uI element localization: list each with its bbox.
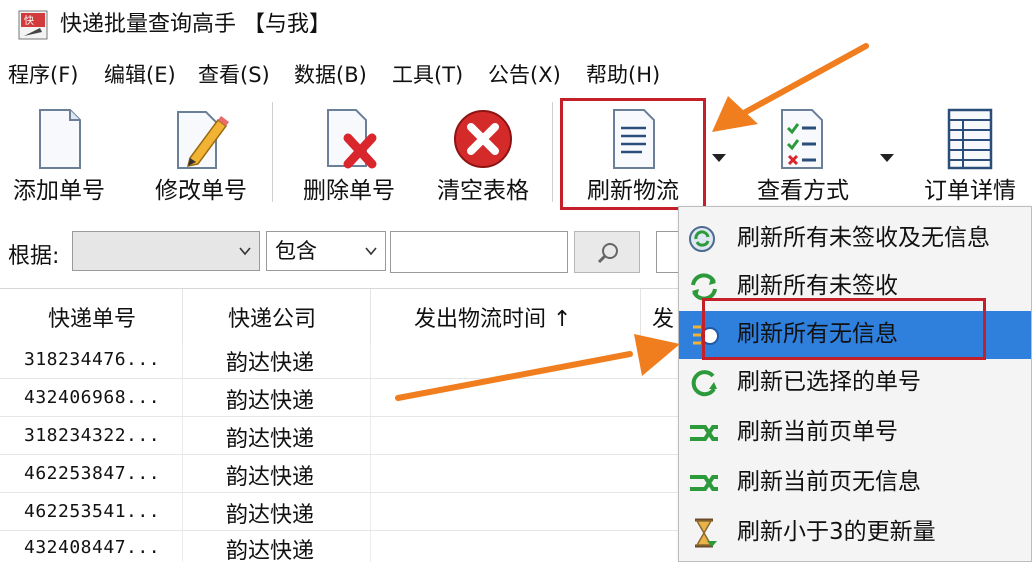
clear-table-button[interactable]: 清空表格 (428, 96, 538, 210)
tracking-number-cell: 318234322... (24, 425, 161, 446)
courier-cell: 韵达快递 (226, 351, 315, 376)
tracking-number-cell: 318234476... (24, 349, 161, 370)
order-detail-label: 订单详情 (924, 178, 1016, 204)
add-number-label: 添加单号 (13, 178, 105, 204)
refresh-page-icon (690, 425, 718, 441)
search-icon (597, 243, 618, 264)
menu-program[interactable]: 程序(F) (8, 60, 78, 90)
menu-item-refresh-current-page[interactable]: 刷新当前页单号 (679, 409, 1031, 457)
blank-document-icon (39, 109, 81, 169)
svg-text:快: 快 (24, 15, 34, 27)
menu-item-label: 刷新已选择的单号 (737, 369, 921, 395)
clear-x-circle-icon (454, 110, 512, 168)
toolbar-separator (272, 102, 273, 202)
tracking-number-cell: 462253847... (24, 463, 161, 484)
clear-table-label: 清空表格 (437, 178, 529, 204)
hourglass-icon (695, 518, 717, 548)
search-button[interactable] (574, 231, 640, 273)
menu-view[interactable]: 查看(S) (198, 60, 270, 90)
refresh-page-info-icon (690, 475, 718, 491)
courier-cell: 韵达快递 (226, 389, 315, 414)
filter-label: 根据: (8, 244, 60, 269)
menu-edit[interactable]: 编辑(E) (104, 60, 176, 90)
menu-item-label: 刷新小于3的更新量 (737, 519, 936, 545)
column-header-ship-time[interactable]: 发出物流时间 ↑ (414, 301, 571, 333)
menu-tools[interactable]: 工具(T) (392, 60, 463, 90)
chevron-down-icon (365, 247, 377, 256)
menu-help[interactable]: 帮助(H) (586, 60, 660, 90)
selected-item-highlight-box (702, 298, 986, 360)
courier-cell: 韵达快递 (226, 503, 315, 528)
menu-item-refresh-less-than-3[interactable]: 刷新小于3的更新量 (679, 509, 1031, 557)
tracking-number-cell: 432408447... (24, 537, 161, 558)
menu-item-label: 刷新当前页无信息 (737, 469, 921, 495)
column-divider (182, 289, 183, 345)
column-header-tracking-number[interactable]: 快递单号 (48, 301, 136, 333)
delete-number-button[interactable]: 删除单号 (292, 96, 406, 210)
refresh-selected-icon (691, 370, 717, 397)
refresh-dropdown-menu: 刷新所有未签收及无信息 刷新所有未签收 刷新所有无信息 刷新已选择的单号 刷新当… (678, 206, 1032, 562)
pencil-document-icon (177, 111, 229, 169)
table-document-icon (947, 108, 993, 170)
match-mode-select[interactable]: 包含 (266, 231, 386, 271)
edit-number-label: 修改单号 (155, 178, 247, 204)
match-mode-value: 包含 (275, 239, 317, 263)
tracking-number-cell: 462253541... (24, 501, 161, 522)
order-detail-button[interactable]: 订单详情 (912, 96, 1028, 210)
tracking-number-cell: 432406968... (24, 387, 161, 408)
edit-number-button[interactable]: 修改单号 (146, 96, 256, 210)
menu-data[interactable]: 数据(B) (294, 60, 367, 90)
menu-item-refresh-current-page-noinfo[interactable]: 刷新当前页无信息 (679, 459, 1031, 507)
window-title: 快递批量查询高手 【与我】 (60, 12, 331, 37)
menu-bar: 程序(F) 编辑(E) 查看(S) 数据(B) 工具(T) 公告(X) 帮助(H… (0, 56, 1032, 96)
toolbar: 添加单号 修改单号 删除单号 清空表格 刷新物流 查看方式 订单详情 (0, 96, 1032, 214)
menu-item-label: 刷新所有未签收 (737, 273, 898, 299)
column-divider (640, 289, 641, 345)
view-mode-button[interactable]: 查看方式 (746, 96, 860, 210)
column-header-next[interactable]: 发 (652, 301, 674, 333)
refresh-globe-icon (689, 226, 715, 252)
search-input[interactable] (390, 231, 568, 273)
refresh-button-highlight-box (560, 98, 706, 210)
delete-document-icon (327, 109, 377, 169)
menu-item-label: 刷新当前页单号 (737, 419, 898, 445)
view-mode-label: 查看方式 (757, 178, 849, 204)
refresh-dropdown-arrow-icon[interactable] (712, 154, 726, 162)
menu-notice[interactable]: 公告(X) (488, 60, 561, 90)
courier-cell: 韵达快递 (226, 539, 315, 562)
toolbar-separator (552, 102, 553, 202)
filter-field-select[interactable] (72, 231, 260, 271)
checklist-icon (781, 109, 823, 169)
menu-item-label: 刷新所有未签收及无信息 (737, 225, 990, 251)
courier-cell: 韵达快递 (226, 465, 315, 490)
menu-item-refresh-unsigned-and-noinfo[interactable]: 刷新所有未签收及无信息 (679, 215, 1031, 263)
add-number-button[interactable]: 添加单号 (4, 96, 114, 210)
delete-number-label: 删除单号 (303, 178, 395, 204)
view-mode-dropdown-arrow-icon[interactable] (880, 154, 894, 162)
column-divider (370, 289, 371, 345)
menu-item-refresh-selected[interactable]: 刷新已选择的单号 (679, 359, 1031, 407)
column-header-courier[interactable]: 快递公司 (228, 301, 316, 333)
title-bar: 快 快递批量查询高手 【与我】 (0, 0, 1032, 52)
courier-cell: 韵达快递 (226, 427, 315, 452)
chevron-down-icon (239, 247, 251, 256)
app-logo-icon: 快 (18, 10, 48, 40)
